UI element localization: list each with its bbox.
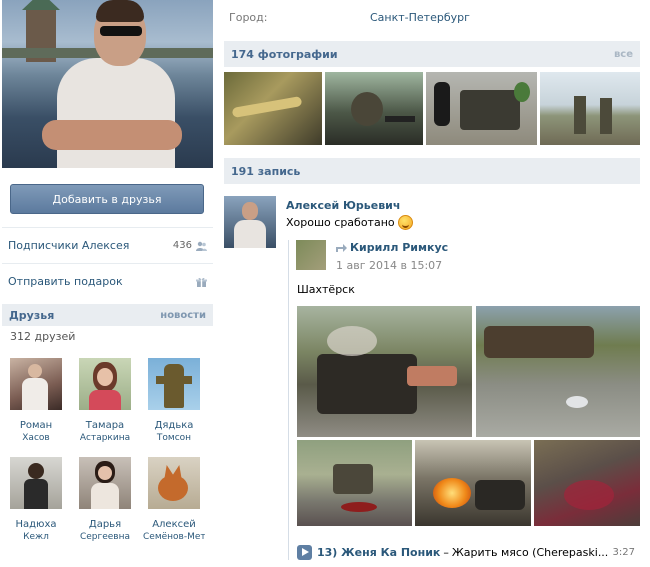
post-text-content: Хорошо сработано	[286, 216, 395, 229]
friend-last-name: Семёнов-Метёлкин	[143, 532, 205, 542]
friends-news-link[interactable]: новости	[160, 310, 206, 321]
followers-label: Подписчики Алексея	[8, 239, 130, 252]
friend-first-name: Дядька	[154, 420, 194, 431]
friend-avatar[interactable]	[10, 457, 62, 509]
audio-title: Жарить мясо (Cherepaski...	[451, 545, 609, 559]
repost-text: Шахтёрск	[297, 283, 355, 296]
photos-title[interactable]: 174 фотографии	[231, 48, 338, 61]
friend-card[interactable]: Алексей Семёнов-Метёлкин	[143, 457, 205, 543]
friend-first-name: Алексей	[152, 519, 196, 530]
post-author-avatar[interactable]	[224, 196, 276, 248]
add-friend-button[interactable]: Добавить в друзья	[10, 184, 204, 214]
repost-photo[interactable]	[297, 306, 472, 437]
friends-title[interactable]: Друзья	[9, 309, 54, 322]
friends-count: 312 друзей	[10, 330, 76, 343]
friend-last-name: Хасов	[22, 433, 50, 443]
followers-link[interactable]: Подписчики Алексея 436	[2, 227, 213, 263]
photo-thumbnail[interactable]	[540, 72, 640, 145]
wall-title[interactable]: 191 запись	[231, 165, 300, 178]
repost-icon	[336, 244, 347, 252]
repost-photo[interactable]	[297, 440, 412, 526]
left-column: Добавить в друзья Подписчики Алексея 436…	[0, 0, 213, 567]
friend-card[interactable]: Надюха Кежл	[5, 457, 67, 543]
friend-last-name: Томсон	[156, 433, 192, 443]
friend-card[interactable]: Дарья Сергеевна	[74, 457, 136, 543]
friend-first-name: Роман	[19, 420, 53, 431]
play-icon[interactable]	[297, 544, 312, 560]
repost-date[interactable]: 1 авг 2014 в 15:07	[336, 259, 442, 272]
audio-attachment: 13) Женя Ка Поник – Жарить мясо (Cherepa…	[297, 544, 635, 560]
friend-card[interactable]: Тамара Астаркина	[74, 358, 136, 444]
friend-last-name: Кежл	[23, 532, 49, 542]
followers-count: 436	[172, 240, 192, 251]
audio-artist[interactable]: 13) Женя Ка Поник	[317, 546, 440, 559]
friend-avatar[interactable]	[148, 358, 200, 410]
profile-avatar[interactable]	[2, 0, 213, 168]
friend-last-name: Сергеевна	[79, 532, 131, 542]
friend-last-name: Астаркина	[79, 433, 131, 443]
friend-avatar[interactable]	[10, 358, 62, 410]
friends-header: Друзья новости	[2, 304, 213, 326]
followers-count-wrap: 436	[173, 240, 207, 251]
friend-first-name: Тамара	[85, 420, 125, 431]
repost-divider	[288, 240, 289, 560]
send-gift-link[interactable]: Отправить подарок	[2, 263, 213, 299]
photos-all-link[interactable]: все	[614, 49, 633, 60]
audio-separator: –	[443, 545, 449, 559]
send-gift-label: Отправить подарок	[8, 275, 123, 288]
friend-first-name: Дарья	[88, 519, 122, 530]
wall-header: 191 запись	[224, 158, 640, 184]
repost-photo[interactable]	[476, 306, 640, 437]
smile-emoji-icon	[397, 215, 413, 230]
repost-author-avatar[interactable]	[296, 240, 326, 270]
friend-avatar[interactable]	[148, 457, 200, 509]
repost-author[interactable]: Кирилл Римкус	[336, 241, 448, 254]
friend-avatar[interactable]	[79, 457, 131, 509]
repost-photo[interactable]	[534, 440, 640, 526]
gift-icon	[196, 277, 207, 287]
photo-thumbnail[interactable]	[325, 72, 423, 145]
photo-thumbnail[interactable]	[426, 72, 537, 145]
repost-author-name: Кирилл Римкус	[350, 241, 449, 254]
post-text: Хорошо сработано	[286, 215, 413, 230]
city-link[interactable]: Санкт-Петербург	[370, 11, 470, 24]
friend-card[interactable]: Дядька Томсон	[143, 358, 205, 444]
friend-avatar[interactable]	[79, 358, 131, 410]
photo-thumbnail[interactable]	[224, 72, 322, 145]
post-author-name[interactable]: Алексей Юрьевич	[286, 199, 400, 212]
repost-photo[interactable]	[415, 440, 531, 526]
friend-first-name: Надюха	[15, 519, 57, 530]
audio-duration: 3:27	[612, 546, 635, 558]
city-label: Город:	[229, 11, 268, 24]
friends-icon	[196, 241, 207, 251]
friend-card[interactable]: Роман Хасов	[5, 358, 67, 444]
photos-header: 174 фотографии все	[224, 41, 640, 67]
